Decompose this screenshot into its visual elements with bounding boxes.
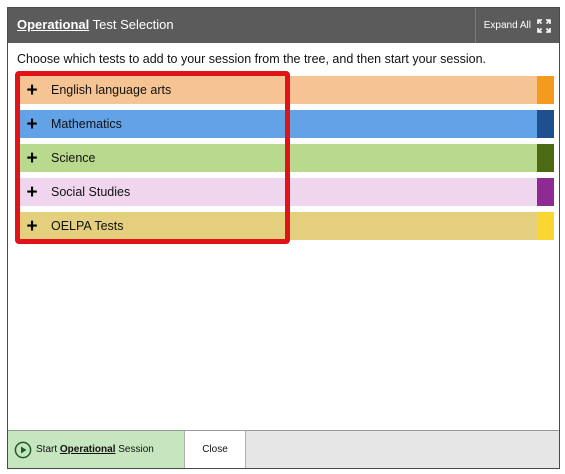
tree-item-oelpa-tests[interactable]: + OELPA Tests	[16, 212, 554, 240]
start-highlight: Operational	[59, 444, 116, 455]
plus-icon[interactable]: +	[21, 183, 43, 202]
dialog-title: Operational Test Selection	[17, 17, 174, 32]
close-button[interactable]: Close	[185, 431, 246, 468]
tree-item-label: English language arts	[51, 83, 172, 97]
test-selection-dialog: Operational Test Selection Expand All Ch…	[7, 7, 560, 469]
start-prefix: Start	[36, 444, 60, 455]
test-tree: + English language arts + Mathematics + …	[16, 76, 554, 246]
title-highlight: Operational	[17, 17, 90, 32]
dialog-header: Operational Test Selection Expand All	[8, 8, 559, 43]
dialog-footer: Start Operational Session Close	[8, 430, 559, 468]
tree-item-social-studies[interactable]: + Social Studies	[16, 178, 554, 206]
start-session-button[interactable]: Start Operational Session	[8, 431, 185, 468]
tree-item-ela[interactable]: + English language arts	[16, 76, 554, 104]
title-rest: Test Selection	[89, 17, 174, 32]
tree-item-mathematics[interactable]: + Mathematics	[16, 110, 554, 138]
color-swatch	[537, 212, 554, 240]
tree-item-science[interactable]: + Science	[16, 144, 554, 172]
expand-arrows-icon	[537, 18, 551, 33]
expand-all-label: Expand All	[483, 20, 531, 31]
play-circle-icon	[14, 441, 32, 458]
start-suffix: Session	[115, 444, 154, 455]
color-swatch	[537, 144, 554, 172]
tree-item-label: OELPA Tests	[51, 219, 124, 233]
instructions-text: Choose which tests to add to your sessio…	[17, 52, 486, 66]
tree-item-label: Mathematics	[51, 117, 122, 131]
plus-icon[interactable]: +	[21, 217, 43, 236]
color-swatch	[537, 178, 554, 206]
expand-all-button[interactable]: Expand All	[475, 8, 559, 43]
plus-icon[interactable]: +	[21, 81, 43, 100]
plus-icon[interactable]: +	[21, 149, 43, 168]
color-swatch	[537, 110, 554, 138]
start-session-label: Start Operational Session	[36, 444, 154, 455]
tree-item-label: Social Studies	[51, 185, 131, 199]
color-swatch	[537, 76, 554, 104]
tree-item-label: Science	[51, 151, 96, 165]
plus-icon[interactable]: +	[21, 115, 43, 134]
